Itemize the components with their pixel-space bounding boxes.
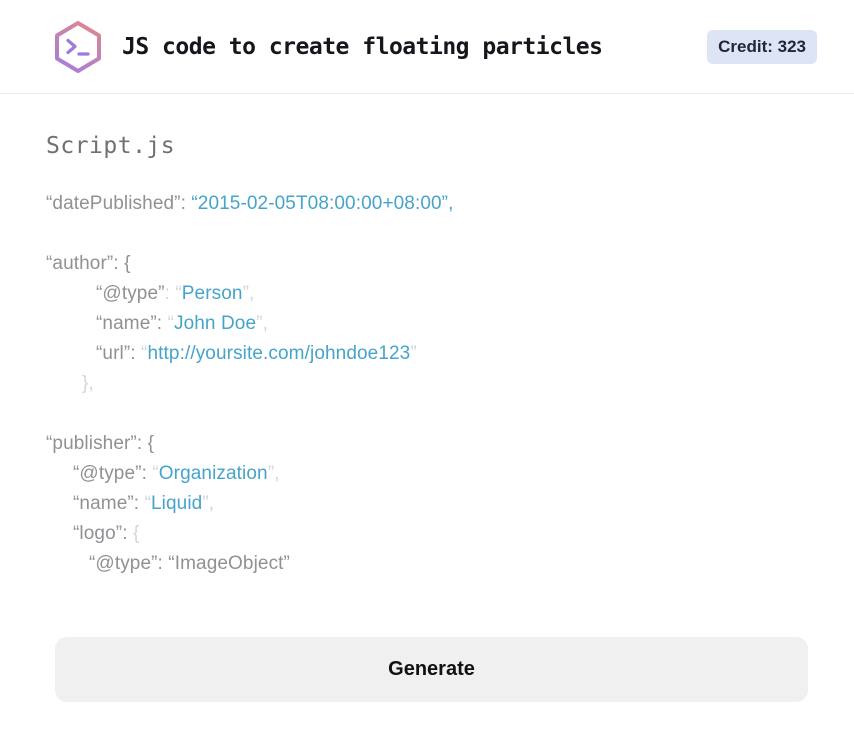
code-segment: “@type” [96,283,165,304]
code-line: “publisher”: { [46,429,808,459]
code-line: “@type”: “ImageObject” [46,549,808,579]
code-segment: “url” [96,343,131,364]
file-title: Script.js [46,133,176,159]
code-segment: “name” [96,313,157,334]
code-line: “name”: “John Doe”, [46,309,808,339]
code-segment: { [132,523,140,544]
generate-row: Generate [46,637,808,702]
page-title: JS code to create floating particles [122,33,603,60]
code-segment: ”, [256,313,268,334]
code-line: }, [46,369,808,399]
code-segment: “datePublished” [46,193,181,214]
code-segment: : [130,343,142,364]
code-segment: : [164,283,176,304]
code-segment: : [141,463,153,484]
code-block: “datePublished”: “2015-02-05T08:00:00+08… [46,189,808,579]
code-segment: “logo” [73,523,123,544]
code-segment: ” [410,343,417,364]
generate-button[interactable]: Generate [55,637,808,702]
code-segment: ”, [202,493,215,514]
code-segment: http://yoursite.com/johndoe123 [147,343,411,364]
code-line: “logo”: { [46,519,808,549]
code-segment: Liquid [151,493,203,514]
code-segment: “name” [73,493,134,514]
code-line: “datePublished”: “2015-02-05T08:00:00+08… [46,189,808,219]
code-segment: }, [82,373,94,394]
header: JS code to create floating particles Cre… [0,0,854,94]
code-segment: “@type” [73,463,142,484]
code-segment: “publisher”: { [46,433,155,454]
terminal-prompt-glyph [66,38,90,56]
code-line: “@type”: “Organization”, [46,459,808,489]
code-line: “@type”: “Person”, [46,279,808,309]
code-line: “name”: “Liquid”, [46,489,808,519]
code-segment: : [156,313,168,334]
code-line: “author”: { [46,249,808,279]
code-segment: ”, [242,283,255,304]
code-segment: Person [181,283,243,304]
code-segment: “@type”: “ImageObject” [89,553,290,574]
code-line: “url”: “http://yoursite.com/johndoe123” [46,339,808,369]
code-segment: ”, [267,463,280,484]
code-segment: John Doe [174,313,257,334]
terminal-hexagon-icon [52,19,104,75]
hexagon-outline [55,20,101,73]
app-window: JS code to create floating particles Cre… [0,0,854,748]
main-content: Script.js “datePublished”: “2015-02-05T0… [0,133,854,702]
credit-badge: Credit: 323 [707,29,817,64]
code-segment: : [122,523,133,544]
code-segment: Organization [158,463,268,484]
code-segment: : [180,193,192,214]
code-segment: “author”: { [46,253,131,274]
code-segment: : [133,493,145,514]
code-segment: “2015-02-05T08:00:00+08:00”, [191,193,454,214]
